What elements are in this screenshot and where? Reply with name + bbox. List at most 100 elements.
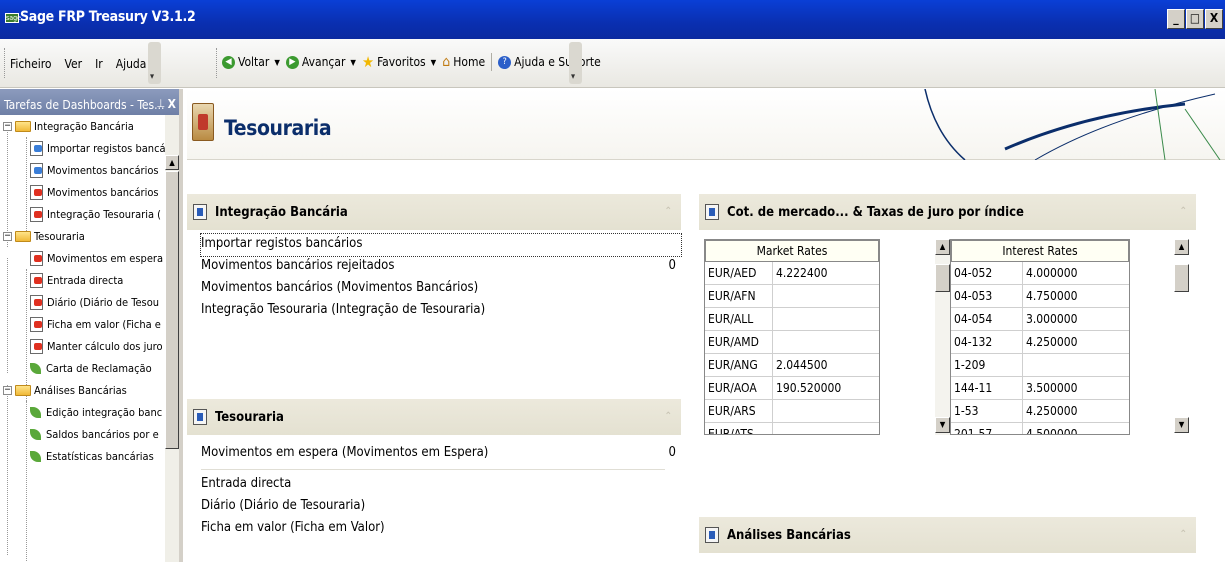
cell-key: 04-054 (951, 308, 1023, 330)
integracao-bancaria-header[interactable]: Integração Bancária ⌃ (187, 194, 681, 230)
tree-folder-tesouraria[interactable]: − Tesouraria (0, 225, 85, 247)
menu-ajuda[interactable]: Ajuda (116, 57, 147, 71)
tree-item[interactable]: Integração Tesouraria ( (30, 203, 161, 225)
interest-rates-grid[interactable]: Interest Rates 04-052 4.000000 04-053 4.750… (950, 239, 1130, 435)
interest-rate-row[interactable]: 04-052 4.000000 (951, 262, 1129, 285)
back-button[interactable]: ◀ Voltar ▼ (222, 55, 280, 69)
market-rate-row[interactable]: EUR/AFN (705, 285, 879, 308)
menubar-grip[interactable] (4, 48, 7, 78)
cell-key: 144-11 (951, 377, 1023, 399)
collapse-icon[interactable]: − (3, 385, 12, 395)
market-rates-header[interactable]: Cot. de mercado... & Taxas de juro por í… (699, 194, 1196, 230)
menubar-overflow-chevron[interactable] (148, 42, 161, 84)
tree-item[interactable]: Movimentos em espera (30, 247, 163, 269)
pin-icon[interactable]: ⊥ (156, 97, 165, 110)
close-button[interactable]: X (1205, 9, 1223, 29)
market-rate-row[interactable]: EUR/AED 4.222400 (705, 262, 879, 285)
tree-folder-analises[interactable]: − Análises Bancárias (0, 379, 127, 401)
tree-item[interactable]: Manter cálculo dos juro (30, 335, 163, 357)
market-rate-row[interactable]: EUR/ARS (705, 400, 879, 423)
link-importar-registos[interactable]: Importar registos bancários (200, 233, 682, 257)
interest-rate-row[interactable]: 1-53 4.250000 (951, 400, 1129, 423)
link-movimentos-espera[interactable]: Movimentos em espera (Movimentos em Espe… (201, 443, 681, 465)
market-rate-row[interactable]: EUR/AOA 190.520000 (705, 377, 879, 400)
collapse-icon[interactable]: − (3, 231, 12, 241)
link-integracao-tesouraria[interactable]: Integração Tesouraria (Integração de Tes… (201, 300, 681, 322)
close-pane-icon[interactable]: X (168, 97, 176, 111)
market-rate-row[interactable]: EUR/ALL (705, 308, 879, 331)
cell-value (773, 423, 878, 434)
tree-item[interactable]: Saldos bancários por e (30, 423, 159, 445)
tree-item[interactable]: Diário (Diário de Tesou (30, 291, 159, 313)
menu-ficheiro[interactable]: Ficheiro (10, 57, 52, 71)
interest-rate-row[interactable]: 04-054 3.000000 (951, 308, 1129, 331)
favorites-dropdown-icon[interactable]: ▼ (431, 58, 437, 67)
back-dropdown-icon[interactable]: ▼ (274, 58, 280, 67)
tasks-pane-title: Tarefas de Dashboards - Tes... (4, 98, 165, 112)
collapse-icon[interactable]: − (3, 121, 12, 131)
toolbar-grip[interactable] (216, 48, 219, 78)
tree-item[interactable]: Ficha em valor (Ficha e (30, 313, 161, 335)
link-diario[interactable]: Diário (Diário de Tesouraria) (201, 496, 681, 518)
link-ficha-valor[interactable]: Ficha em valor (Ficha em Valor) (201, 518, 681, 540)
market-rates-grid[interactable]: Market Rates EUR/AED 4.222400 EUR/AFN EUR/A… (704, 239, 880, 435)
tree-item[interactable]: Entrada directa (30, 269, 123, 291)
scroll-thumb[interactable] (165, 171, 179, 449)
cell-key: 04-053 (951, 285, 1023, 307)
toolbar-overflow-chevron[interactable] (569, 42, 582, 84)
scroll-down-arrow-icon[interactable]: ▼ (935, 417, 950, 433)
window-controls: _ □ X (1167, 9, 1223, 29)
favorites-button[interactable]: ★ Favoritos ▼ (362, 53, 436, 71)
interest-rates-scrollbar[interactable]: ▲ ▼ (1174, 239, 1189, 435)
menu-ir[interactable]: Ir (95, 57, 103, 71)
scroll-up-arrow-icon[interactable]: ▲ (165, 155, 179, 170)
scroll-down-arrow-icon[interactable]: ▼ (1174, 417, 1189, 433)
tree-item[interactable]: Movimentos bancários (30, 159, 159, 181)
market-rates-column-header[interactable]: Market Rates (705, 240, 879, 262)
tesouraria-header[interactable]: Tesouraria ⌃ (187, 399, 681, 435)
collapse-chevron-icon[interactable]: ⌃ (1179, 529, 1187, 540)
scroll-thumb[interactable] (935, 264, 950, 292)
report-icon (30, 406, 41, 418)
link-movimentos-rejeitados[interactable]: Movimentos bancários rejeitados 0 (201, 256, 681, 278)
divider (201, 469, 665, 470)
interest-rate-row[interactable]: 201-57 4.500000 (951, 423, 1129, 434)
collapse-chevron-icon[interactable]: ⌃ (664, 206, 672, 217)
minimize-button[interactable]: _ (1167, 9, 1185, 29)
tree-item[interactable]: Carta de Reclamação (30, 357, 152, 379)
interest-rate-row[interactable]: 1-209 (951, 354, 1129, 377)
tree-item[interactable]: Importar registos bancá (30, 137, 166, 159)
tasks-tree-scrollbar[interactable]: ▲ (165, 115, 179, 562)
help-button[interactable]: ? Ajuda e Suporte (498, 55, 601, 69)
tree-folder-integracao[interactable]: − Integração Bancária (0, 115, 134, 137)
tree-item[interactable]: Movimentos bancários (30, 181, 159, 203)
tree-item[interactable]: Edição integração banc (30, 401, 162, 423)
collapse-chevron-icon[interactable]: ⌃ (664, 411, 672, 422)
collapse-chevron-icon[interactable]: ⌃ (1179, 206, 1187, 217)
market-rate-row[interactable]: EUR/AMD (705, 331, 879, 354)
link-entrada-directa[interactable]: Entrada directa (201, 474, 681, 496)
home-button[interactable]: ⌂ Home (442, 54, 485, 70)
scroll-up-arrow-icon[interactable]: ▲ (935, 239, 950, 255)
tree-item[interactable]: Estatísticas bancárias (30, 445, 154, 467)
back-label: Voltar (238, 55, 270, 69)
interest-rates-column-header[interactable]: Interest Rates (951, 240, 1129, 262)
forward-dropdown-icon[interactable]: ▼ (350, 58, 356, 67)
cell-key: EUR/ARS (705, 400, 773, 422)
maximize-button[interactable]: □ (1186, 9, 1204, 29)
folder-icon (15, 120, 31, 132)
scroll-thumb[interactable] (1174, 264, 1189, 292)
market-rate-row[interactable]: EUR/ATS (705, 423, 879, 434)
analises-bancarias-header[interactable]: Análises Bancárias ⌃ (699, 517, 1196, 553)
interest-rate-row[interactable]: 04-053 4.750000 (951, 285, 1129, 308)
link-movimentos-bancarios[interactable]: Movimentos bancários (Movimentos Bancári… (201, 278, 681, 300)
header-decoration-graphic (924, 89, 1221, 160)
document-icon (30, 184, 43, 200)
market-rates-scrollbar[interactable]: ▲ ▼ (935, 239, 950, 435)
interest-rate-row[interactable]: 144-11 3.500000 (951, 377, 1129, 400)
interest-rate-row[interactable]: 04-132 4.250000 (951, 331, 1129, 354)
forward-button[interactable]: ▶ Avançar ▼ (285, 55, 356, 69)
market-rate-row[interactable]: EUR/ANG 2.044500 (705, 354, 879, 377)
menu-ver[interactable]: Ver (65, 57, 83, 71)
scroll-up-arrow-icon[interactable]: ▲ (1174, 239, 1189, 255)
